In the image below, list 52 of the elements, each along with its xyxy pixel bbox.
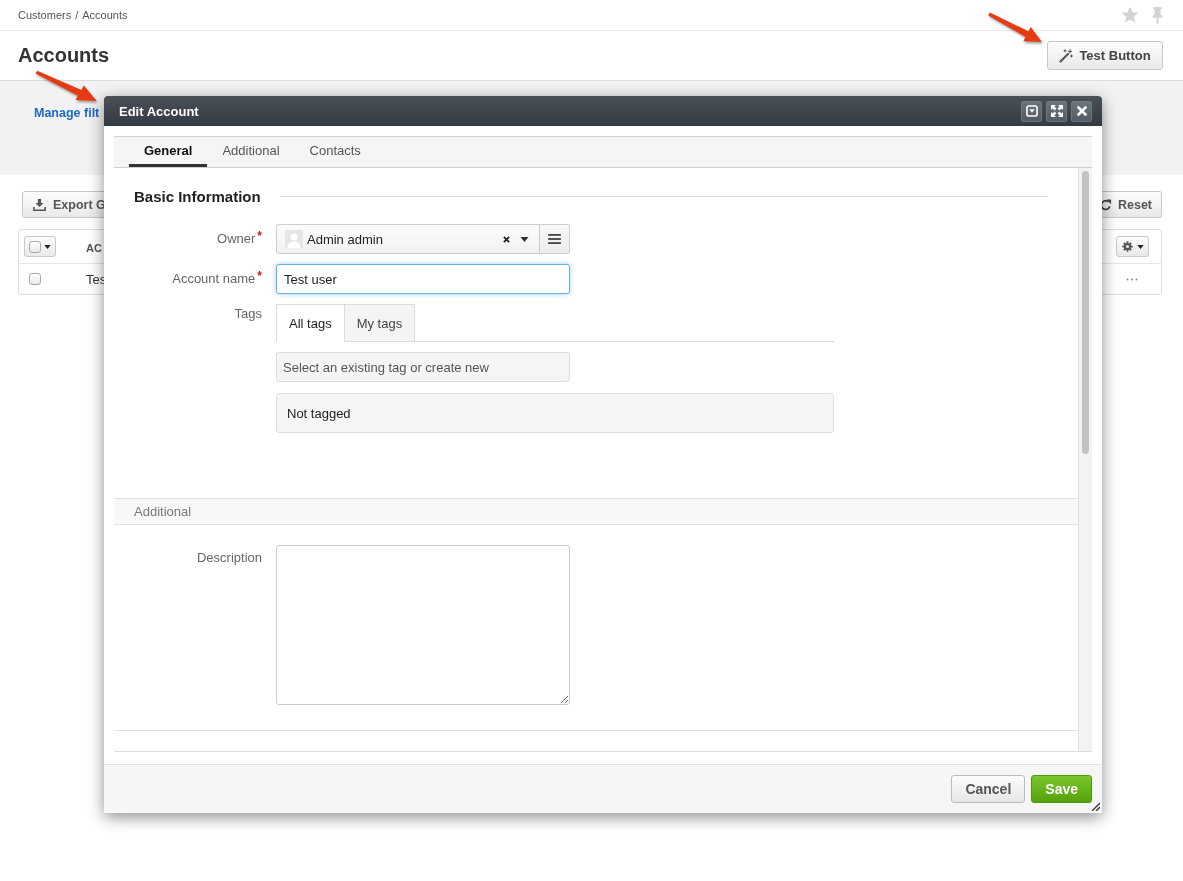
annotation-arrow (986, 11, 1044, 44)
cancel-button[interactable]: Cancel (951, 775, 1026, 803)
row-checkbox[interactable] (29, 273, 41, 285)
required-asterisk: * (257, 230, 262, 242)
menu-icon (548, 234, 561, 244)
breadcrumb-current: Accounts (82, 9, 128, 21)
avatar-icon (285, 230, 303, 248)
download-icon (33, 198, 46, 211)
test-button[interactable]: Test Button (1047, 41, 1163, 70)
tag-filter-tab[interactable]: All tags (276, 304, 345, 342)
expand-icon (1050, 105, 1063, 117)
column-settings-button[interactable] (1116, 236, 1149, 257)
caret-icon (1136, 244, 1144, 249)
magic-wand-icon (1059, 48, 1074, 63)
dialog-tab[interactable]: Contacts (294, 137, 376, 167)
tags-empty-message: Not tagged (276, 393, 834, 433)
collapse-button[interactable] (1021, 100, 1042, 122)
section-header: Additional (114, 498, 1078, 525)
tag-filter-tab[interactable]: My tags (344, 304, 416, 342)
close-icon (1076, 106, 1087, 116)
star-icon[interactable] (1121, 6, 1139, 24)
page-title: Accounts (18, 44, 110, 67)
required-asterisk: * (257, 270, 262, 282)
dialog-tab[interactable]: General (129, 137, 208, 167)
field-label: Description (196, 549, 262, 566)
resize-grip-icon[interactable] (1091, 802, 1100, 811)
text-input[interactable]: Test user (276, 264, 570, 294)
user-select[interactable]: Admin admin (276, 224, 540, 254)
field-label: Owner (217, 230, 256, 247)
scrollbar-thumb[interactable] (1082, 171, 1089, 454)
select-all-checkbox[interactable] (29, 240, 41, 253)
dialog-tab[interactable]: Additional (207, 137, 295, 167)
breadcrumb-link[interactable]: Customers (18, 9, 72, 21)
maximize-button[interactable] (1046, 100, 1067, 122)
close-button[interactable] (1071, 100, 1092, 122)
field-label: Tags (234, 305, 262, 322)
section-title: Basic Information (134, 187, 261, 205)
breadcrumb-separator: / (75, 9, 79, 21)
caret-icon (44, 244, 51, 249)
annotation-arrow (33, 69, 99, 103)
column-header[interactable]: AC (86, 241, 102, 254)
choose-user-button[interactable] (540, 224, 570, 254)
manage-filters-link[interactable]: Manage filt (34, 106, 100, 120)
more-actions-icon[interactable] (1126, 277, 1138, 281)
dialog-title: Edit Account (119, 103, 199, 119)
collapse-icon (1025, 105, 1038, 117)
gear-icon (1121, 241, 1133, 252)
select-all-dropdown[interactable] (24, 236, 56, 257)
caret-icon[interactable] (520, 236, 529, 242)
tag-search-field[interactable]: Select an existing tag or create new (276, 352, 570, 382)
clear-icon[interactable] (503, 235, 510, 243)
field-label: Account name (172, 270, 256, 287)
